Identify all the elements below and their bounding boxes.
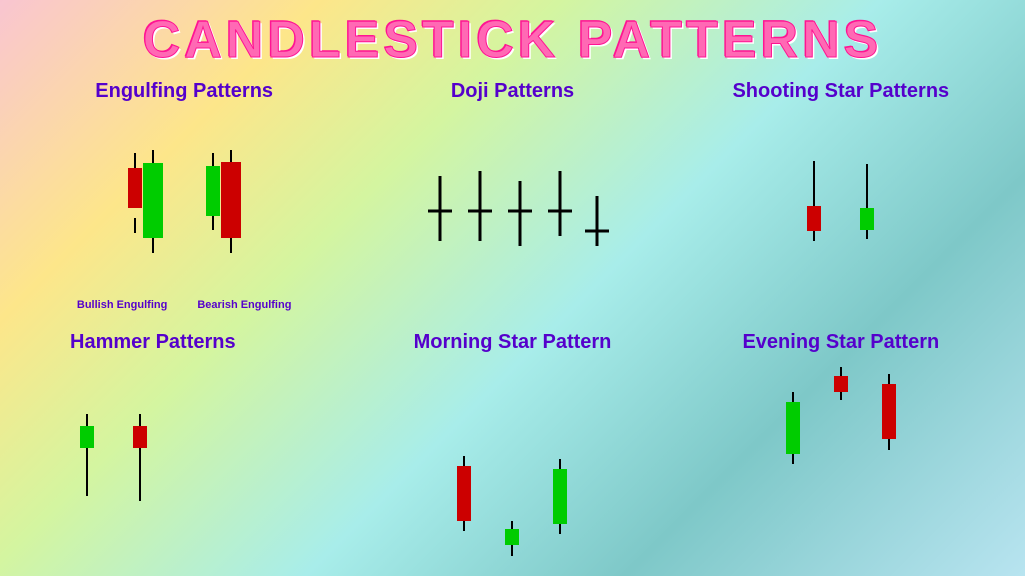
hammer-green	[70, 406, 105, 516]
engulfing-labels: Bullish Engulfing Bearish Engulfing	[77, 299, 292, 311]
evening-star-title: Evening Star Pattern	[742, 331, 939, 354]
evening-star-green	[778, 362, 808, 477]
bullish-engulfing-label: Bullish Engulfing	[77, 299, 167, 311]
morning-star-small-green	[497, 451, 527, 561]
bearish-engulfing-candle	[193, 148, 253, 258]
morning-star-green	[545, 451, 575, 561]
hammer-candles	[70, 362, 158, 562]
engulfing-section: Engulfing Patterns	[20, 70, 348, 321]
hammer-title: Hammer Patterns	[70, 331, 236, 354]
hammer-red	[123, 406, 158, 516]
morning-star-title: Morning Star Pattern	[414, 331, 612, 354]
evening-star-red	[874, 362, 904, 477]
shooting-star-candles	[797, 111, 885, 311]
shooting-star-section: Shooting Star Patterns	[677, 70, 1005, 321]
shooting-star-red	[797, 156, 832, 266]
evening-star-small-red	[826, 362, 856, 477]
shooting-star-green	[850, 156, 885, 266]
doji-symbols	[412, 111, 612, 311]
evening-star-candles	[778, 362, 904, 562]
doji-section: Doji Patterns	[348, 70, 676, 321]
doji-title: Doji Patterns	[451, 80, 574, 103]
evening-star-section: Evening Star Pattern	[677, 321, 1005, 572]
morning-star-candles	[449, 362, 575, 562]
shooting-star-title: Shooting Star Patterns	[732, 80, 949, 103]
hammer-section: Hammer Patterns	[20, 321, 348, 572]
bearish-engulfing-label: Bearish Engulfing	[197, 299, 291, 311]
engulfing-candles	[115, 111, 253, 295]
morning-star-section: Morning Star Pattern	[348, 321, 676, 572]
doji-svg	[412, 166, 612, 256]
engulfing-title: Engulfing Patterns	[95, 80, 273, 103]
bullish-engulfing-candle	[115, 148, 175, 258]
morning-star-red	[449, 451, 479, 561]
main-title: CANDLESTICK PATTERNS	[0, 0, 1025, 70]
